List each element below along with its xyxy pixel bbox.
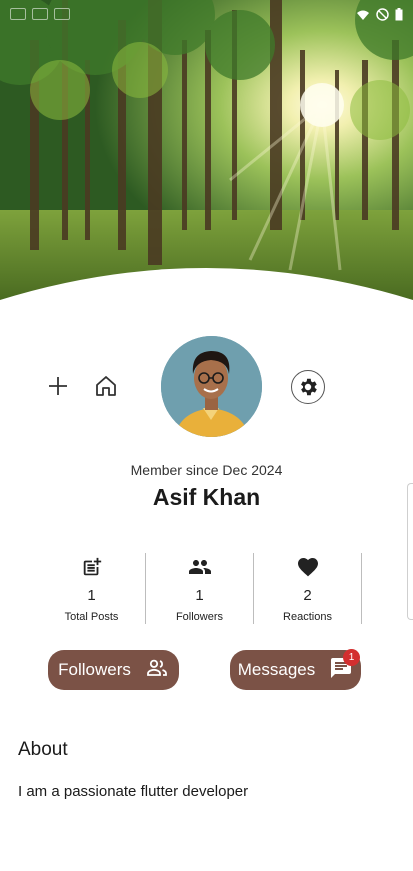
stat-followers[interactable]: 1 Followers (146, 553, 254, 624)
total-posts-label: Total Posts (64, 611, 119, 623)
followers-button[interactable]: Followers (48, 650, 179, 690)
people-outline-icon (145, 656, 169, 685)
messages-badge: 1 (343, 649, 360, 666)
stat-total-posts[interactable]: 1 Total Posts (38, 553, 146, 624)
reactions-count: 2 (303, 587, 312, 604)
followers-button-label: Followers (58, 660, 131, 679)
user-name: Asif Khan (152, 484, 261, 510)
gear-icon (301, 378, 317, 396)
about-text: I am a passionate flutter developer (18, 783, 249, 800)
settings-button[interactable] (291, 370, 325, 404)
do-not-disturb-icon (376, 8, 389, 26)
heart-icon (296, 555, 320, 579)
notification-icon (54, 8, 70, 20)
edge-handle[interactable] (407, 483, 413, 620)
home-button[interactable] (92, 372, 120, 400)
reactions-label: Reactions (283, 611, 332, 623)
total-posts-count: 1 (87, 587, 96, 604)
status-bar (356, 8, 403, 26)
followers-count: 1 (195, 587, 204, 604)
post-add-icon (81, 555, 103, 579)
avatar[interactable] (161, 336, 262, 437)
followers-label: Followers (175, 611, 224, 623)
stats-row: 1 Total Posts 1 Followers 2 Reactions (38, 553, 362, 624)
stat-reactions[interactable]: 2 Reactions (254, 553, 362, 624)
header-curve (0, 268, 413, 318)
notification-icons (10, 8, 70, 20)
notification-icon (10, 8, 26, 20)
add-button[interactable] (44, 372, 72, 400)
member-since: Member since Dec 2024 (130, 462, 283, 478)
messages-button[interactable]: Messages 1 (230, 649, 361, 690)
home-icon (96, 376, 116, 396)
people-icon (188, 555, 212, 579)
plus-icon (49, 377, 67, 395)
about-heading: About (18, 739, 68, 760)
wifi-icon (356, 8, 370, 26)
messages-button-label: Messages (237, 660, 316, 679)
cover-image (0, 0, 413, 300)
battery-icon (395, 8, 403, 26)
notification-icon (32, 8, 48, 20)
